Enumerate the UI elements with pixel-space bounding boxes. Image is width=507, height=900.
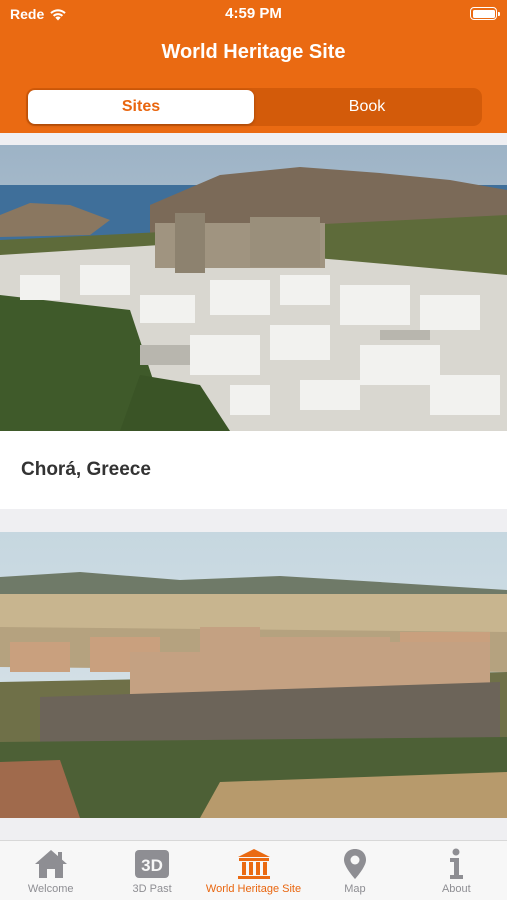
segmented-control: Sites Book xyxy=(26,88,482,126)
museum-icon xyxy=(237,849,270,879)
page-title: World Heritage Site xyxy=(161,41,346,63)
tab-welcome-label: Welcome xyxy=(27,883,74,895)
site-card[interactable]: Chorá, Greece xyxy=(0,145,507,509)
tab-world-heritage-site-label: World Heritage Site xyxy=(205,883,302,895)
site-photo-cuenca xyxy=(0,532,507,818)
tab-map-label: Map xyxy=(344,883,366,895)
info-icon xyxy=(450,848,464,879)
status-time: 4:59 PM xyxy=(225,5,282,22)
tab-world-heritage-site[interactable]: World Heritage Site xyxy=(203,841,304,900)
tab-about-label: About xyxy=(441,883,471,895)
tab-welcome[interactable]: Welcome xyxy=(0,841,101,900)
battery-icon xyxy=(470,7,500,20)
header-bar: Rede 4:59 PM World Heritage Site Sites B… xyxy=(0,0,507,133)
segment-book[interactable]: Book xyxy=(254,90,480,124)
segment-sites[interactable]: Sites xyxy=(28,90,254,124)
site-photo-chora xyxy=(0,145,507,431)
home-icon xyxy=(34,850,67,878)
site-caption: Chorá, Greece xyxy=(0,431,507,509)
tab-map[interactable]: Map xyxy=(304,841,405,900)
tab-about[interactable]: About xyxy=(406,841,507,900)
map-pin-icon xyxy=(343,849,366,879)
tab-3d-past[interactable]: 3D 3D Past xyxy=(101,841,202,900)
site-card[interactable] xyxy=(0,532,507,818)
tab-bar: Welcome 3D 3D Past World Heritage Site M… xyxy=(0,840,507,900)
tab-3d-past-label: 3D Past xyxy=(132,883,172,895)
3d-icon: 3D xyxy=(135,850,170,878)
sites-list[interactable]: Chorá, Greece xyxy=(0,133,507,840)
svg-text:3D: 3D xyxy=(141,856,163,875)
status-bar: Rede 4:59 PM xyxy=(0,0,507,28)
